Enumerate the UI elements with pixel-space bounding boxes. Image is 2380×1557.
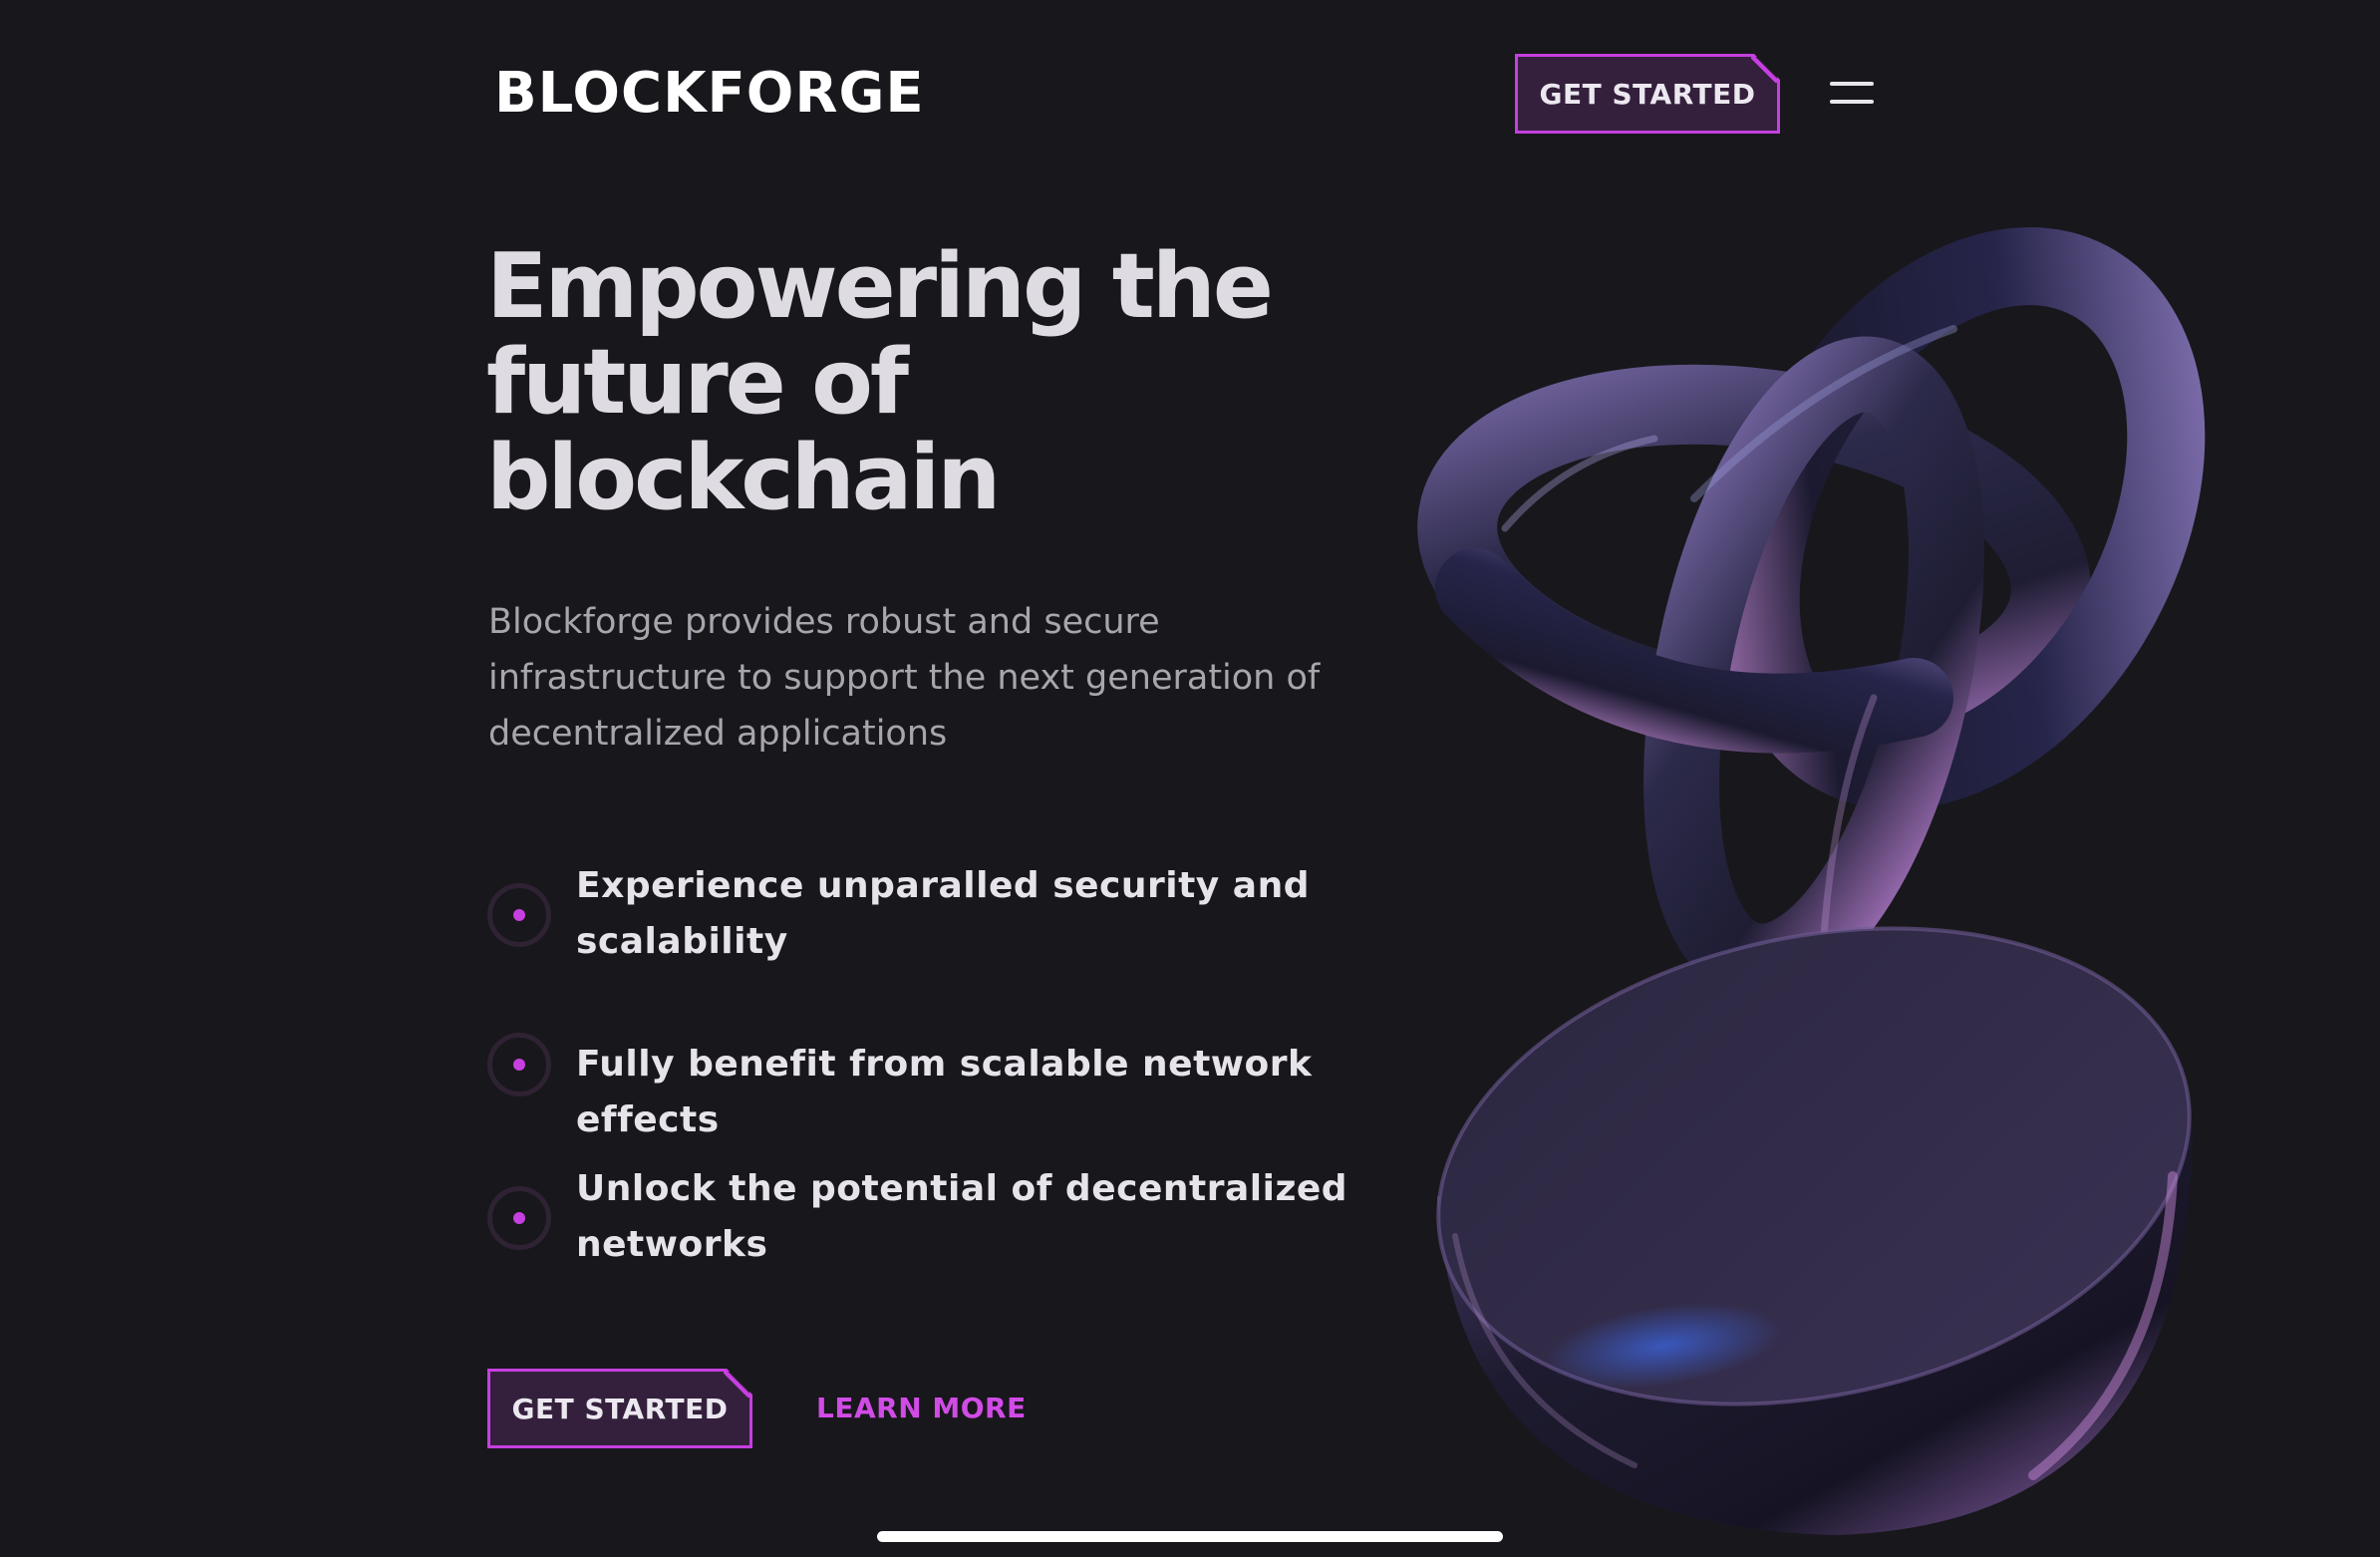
- radio-bullet-icon: [487, 1186, 551, 1250]
- hero-description: Blockforge provides robust and secure in…: [488, 602, 1321, 754]
- hero-3d-illustration: [1417, 227, 2206, 1535]
- learn-more-link[interactable]: LEARN MORE: [816, 1387, 1027, 1430]
- get-started-button[interactable]: GET STARTED: [487, 1369, 752, 1448]
- radio-bullet-icon: [487, 1033, 551, 1096]
- feature-item-network-effects: Fully benefit from scalable network effe…: [487, 1033, 1434, 1140]
- hero-title: Empowering the future of blockchain: [486, 234, 1274, 530]
- hamburger-menu-icon[interactable]: [1830, 80, 1874, 108]
- feature-text: Experience unparalled security and scala…: [576, 865, 1310, 962]
- feature-item-security: Experience unparalled security and scala…: [487, 858, 1434, 978]
- header-get-started-button[interactable]: GET STARTED: [1515, 54, 1780, 134]
- feature-text: Fully benefit from scalable network effe…: [576, 1044, 1313, 1140]
- get-started-label: GET STARTED: [511, 1392, 729, 1425]
- radio-bullet-icon: [487, 883, 551, 947]
- feature-item-decentralized: Unlock the potential of decentralized ne…: [487, 1161, 1434, 1281]
- home-indicator-bar[interactable]: [877, 1531, 1503, 1542]
- feature-text: Unlock the potential of decentralized ne…: [576, 1168, 1348, 1265]
- brand-logo[interactable]: BLOCKFORGE: [494, 60, 925, 128]
- header-get-started-label: GET STARTED: [1539, 77, 1756, 111]
